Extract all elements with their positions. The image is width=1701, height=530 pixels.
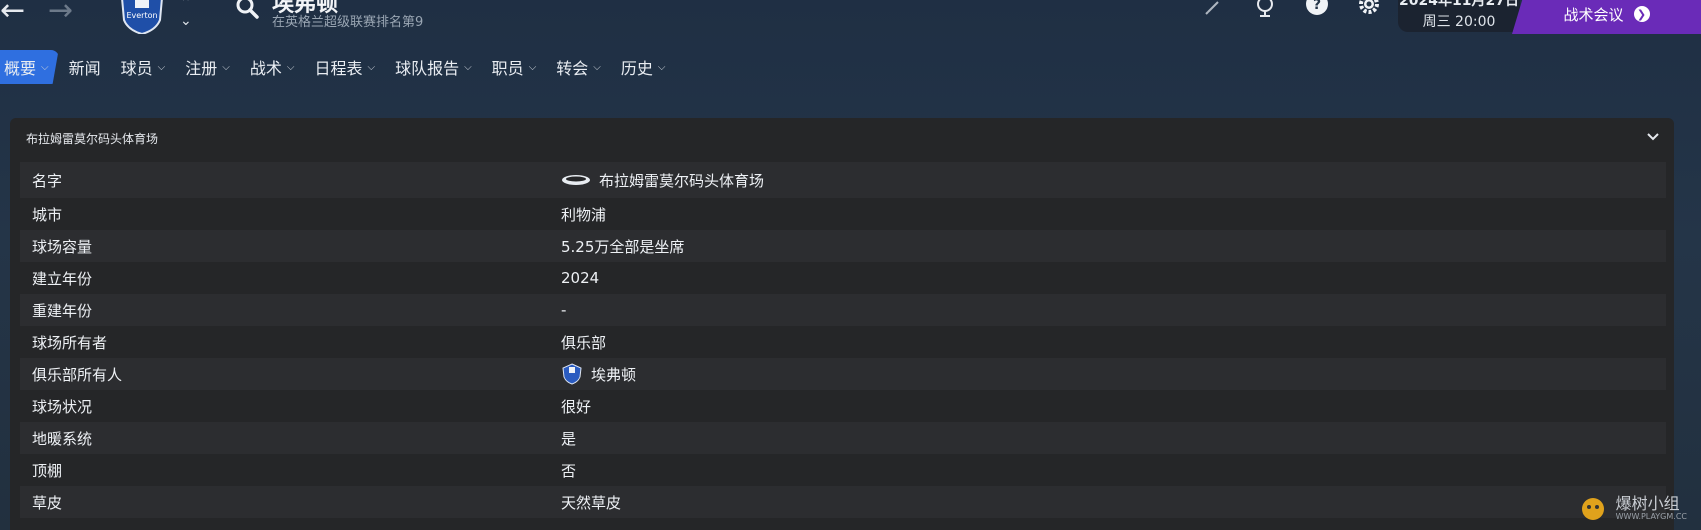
table-row: 球场所有者 俱乐部 [20, 326, 1666, 358]
watermark-url: WWW.PLAYGM.CC [1615, 511, 1687, 521]
tab-news[interactable]: 新闻 [59, 50, 111, 84]
tab-label: 历史 [620, 59, 653, 78]
row-label: 球场所有者 [32, 333, 108, 352]
tactics-meeting-button[interactable]: 战术会议 ❯ [1512, 0, 1701, 34]
row-value: - [561, 301, 567, 319]
chevron-down-icon: ⌵ [593, 61, 601, 73]
table-row: 球场状况 很好 [20, 390, 1666, 422]
row-label: 俱乐部所有人 [32, 365, 123, 384]
gear-icon[interactable] [1356, 0, 1382, 20]
row-value: 俱乐部 [561, 333, 607, 352]
tab-schedule[interactable]: 日程表 ⌵ [304, 50, 385, 84]
chevron-up-icon[interactable]: ⌃ [180, 0, 192, 12]
help-icon[interactable]: ? [1304, 0, 1330, 20]
table-row: 地暖系统 是 [20, 422, 1666, 454]
tab-players[interactable]: 球员 ⌵ [111, 50, 176, 84]
tab-label: 球员 [120, 59, 153, 78]
watermark-logo-icon [1581, 498, 1604, 520]
row-label: 顶棚 [32, 461, 63, 480]
chevron-down-icon: ⌵ [286, 61, 295, 73]
tab-transfers[interactable]: 转会 ⌵ [546, 50, 611, 84]
table-row: 城市 利物浦 [20, 198, 1666, 230]
crest-label: Everton [126, 11, 157, 20]
row-value: 天然草皮 [561, 493, 622, 512]
chevron-right-icon: ❯ [1633, 6, 1650, 22]
table-row: 名字 布拉姆雷莫尔码头体育场 [20, 162, 1666, 198]
row-value: 否 [561, 461, 577, 480]
chevron-down-icon: ⌵ [657, 61, 666, 73]
row-value: 是 [561, 429, 577, 448]
club-crest-icon [562, 363, 582, 385]
watermark: 爆树小组 WWW.PLAYGM.CC [1576, 494, 1687, 522]
chevron-down-icon: ⌵ [367, 61, 376, 73]
weekday-time-text: 周三 20:00 [1422, 14, 1496, 30]
row-label: 地暖系统 [32, 429, 93, 448]
forward-arrow-icon[interactable]: → [48, 0, 73, 26]
tab-label: 注册 [185, 59, 218, 78]
club-switch-chevrons[interactable]: ⌃ ⌄ [180, 0, 192, 30]
row-value: 2024 [561, 269, 600, 287]
pencil-icon[interactable] [1200, 0, 1226, 20]
stadium-details-table: 名字 布拉姆雷莫尔码头体育场 城市 利物浦 球场容量 5.25万全部是坐席 建立… [20, 162, 1666, 518]
tab-bar: 概要 ⌵ 新闻 球员 ⌵ 注册 ⌵ 战术 ⌵ 日程表 ⌵ 球队报告 ⌵ 职员 ⌵ 转会 ⌵ 历史… [0, 50, 676, 84]
back-arrow-icon[interactable]: ← [0, 0, 25, 26]
row-value: 很好 [561, 397, 592, 416]
table-row: 建立年份 2024 [20, 262, 1666, 294]
table-row: 草皮 天然草皮 [20, 486, 1666, 518]
svg-text:?: ? [1313, 0, 1321, 13]
tab-registration[interactable]: 注册 ⌵ [175, 50, 240, 84]
row-label: 球场状况 [32, 397, 93, 416]
chevron-down-icon: ⌵ [157, 61, 166, 73]
watermark-text: 爆树小组 [1615, 493, 1680, 513]
tab-staff[interactable]: 职员 ⌵ [482, 50, 547, 84]
tactics-meeting-label: 战术会议 [1563, 5, 1624, 24]
table-row: 俱乐部所有人 埃弗顿 [20, 358, 1666, 390]
tab-tactics[interactable]: 战术 ⌵ [240, 50, 305, 84]
tab-label: 职员 [491, 59, 524, 78]
table-row: 球场容量 5.25万全部是坐席 [20, 230, 1666, 262]
club-subtitle: 在英格兰超级联赛排名第9 [272, 15, 424, 30]
chevron-down-icon: ⌵ [464, 61, 472, 73]
chevron-down-icon: ⌵ [222, 61, 230, 73]
tab-history[interactable]: 历史 ⌵ [611, 50, 676, 84]
row-label: 名字 [32, 171, 63, 190]
tab-team-report[interactable]: 球队报告 ⌵ [385, 50, 482, 84]
table-row: 重建年份 - [20, 294, 1666, 326]
row-label: 草皮 [32, 493, 63, 512]
row-label: 球场容量 [32, 237, 93, 256]
date-text: 2024年11月27日 [1399, 0, 1519, 9]
row-label: 城市 [32, 205, 63, 224]
tab-label: 新闻 [68, 59, 101, 78]
globe-icon[interactable] [1252, 0, 1278, 20]
row-label: 重建年份 [32, 301, 93, 320]
tab-label: 日程表 [314, 59, 363, 78]
table-row: 顶棚 否 [20, 454, 1666, 486]
chevron-down-icon: ⌵ [41, 61, 49, 73]
tab-label: 概要 [4, 59, 37, 78]
tab-label: 球队报告 [395, 59, 460, 78]
row-label: 建立年份 [32, 269, 93, 288]
tab-label: 转会 [556, 59, 589, 78]
chevron-down-icon: ⌵ [528, 61, 537, 73]
collapse-chevron-icon[interactable] [1646, 130, 1660, 144]
row-value[interactable]: 布拉姆雷莫尔码头体育场 [599, 170, 764, 191]
top-bar: ← → Everton ⌃ ⌄ 埃弗顿 在英格兰超级联赛排名第9 ? 2024年… [0, 0, 1701, 44]
game-date[interactable]: 2024年11月27日 周三 20:00 [1398, 0, 1520, 32]
tab-label: 战术 [249, 59, 282, 78]
row-value: 5.25万全部是坐席 [561, 237, 685, 256]
tab-overview[interactable]: 概要 ⌵ [0, 50, 59, 84]
club-crest-icon[interactable]: Everton [116, 0, 168, 34]
chevron-down-icon[interactable]: ⌄ [180, 12, 192, 30]
row-value: 利物浦 [561, 205, 607, 224]
panel-title: 布拉姆雷莫尔码头体育场 [26, 132, 159, 146]
stadium-info-panel: 布拉姆雷莫尔码头体育场 名字 布拉姆雷莫尔码头体育场 城市 利物浦 球场容量 5… [10, 118, 1674, 530]
row-value[interactable]: 埃弗顿 [591, 364, 636, 385]
stadium-icon [562, 175, 590, 185]
search-icon[interactable] [234, 0, 260, 20]
